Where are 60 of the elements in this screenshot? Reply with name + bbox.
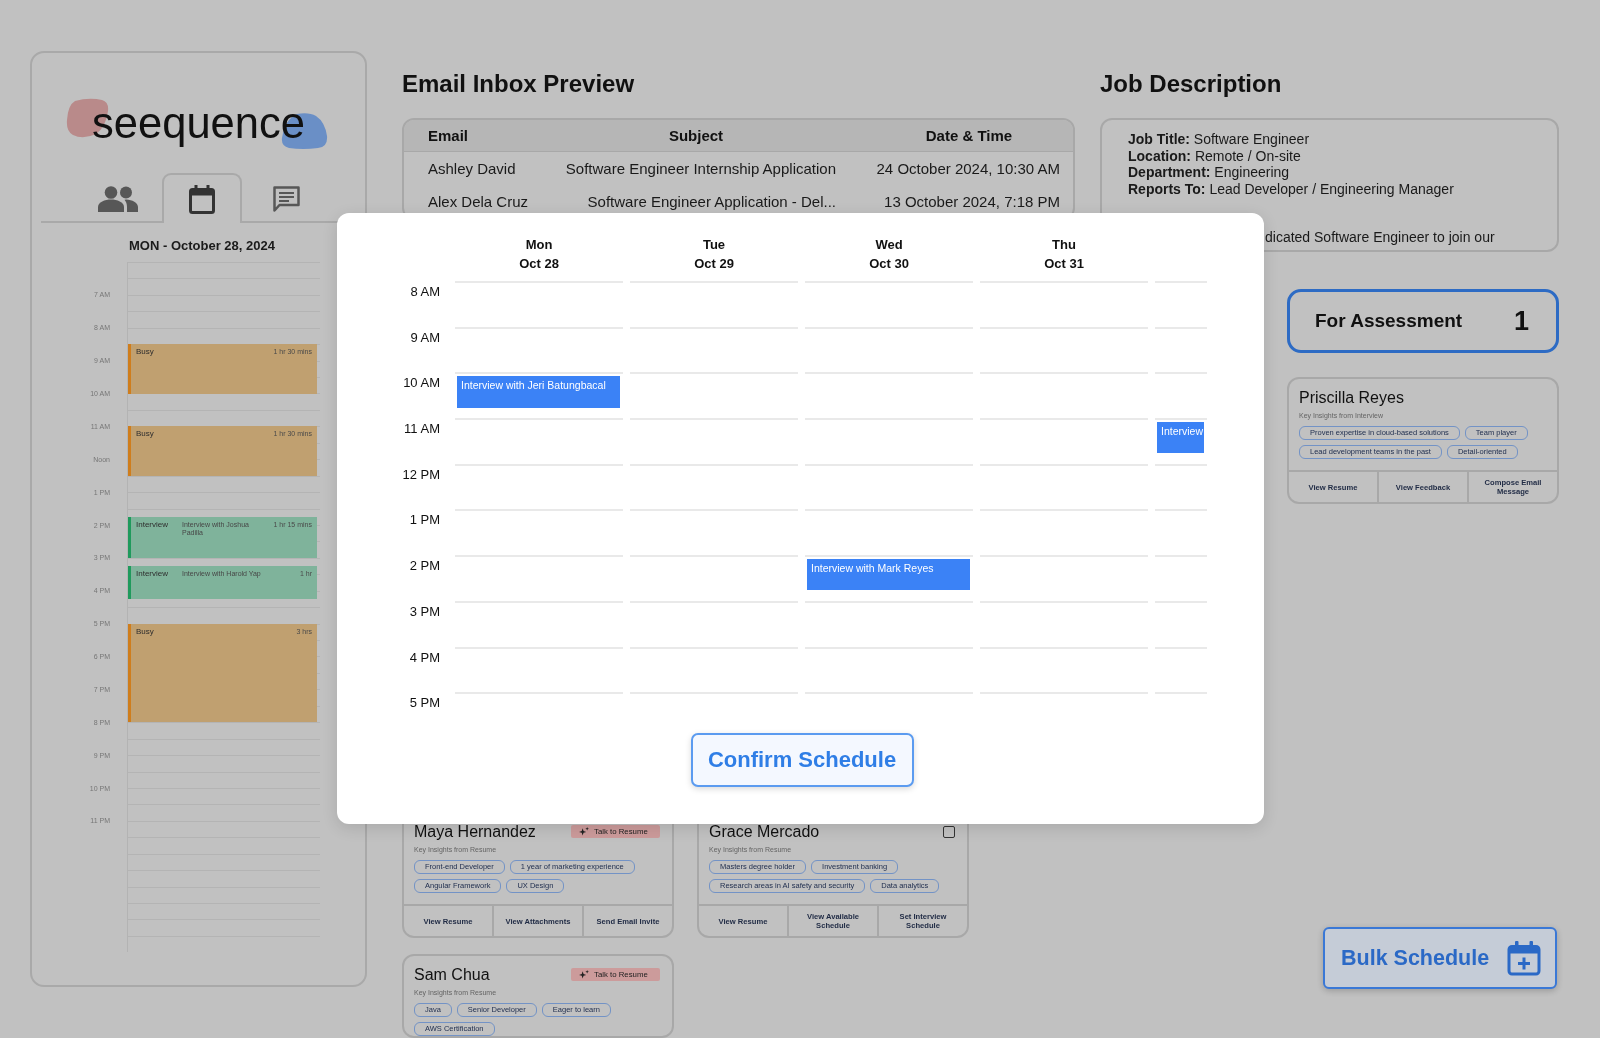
- time-label: 11 AM: [404, 421, 440, 438]
- time-label: 12 PM: [402, 466, 440, 483]
- chat-icon: [272, 186, 300, 212]
- time-label: 3 PM: [409, 603, 440, 620]
- job-detail-line: Location: Remote / On-site: [1128, 147, 1301, 164]
- table-cell: 24 October 2024, 10:30 AM: [876, 159, 1060, 178]
- candidate-name: Priscilla Reyes: [1299, 389, 1404, 406]
- time-label: 9 AM: [410, 329, 440, 346]
- job-summary-text: dicated Software Engineer to join our: [1265, 229, 1495, 246]
- candidate-name: Grace Mercado: [709, 823, 820, 840]
- section-title: Job Description: [1100, 69, 1282, 99]
- bulk-schedule-button[interactable]: Bulk Schedule: [1323, 927, 1557, 989]
- section-title: Email Inbox Preview: [402, 69, 635, 99]
- stage-count: 1: [1513, 306, 1529, 336]
- column-header: Email: [428, 126, 469, 145]
- sparkle-icon: [579, 970, 589, 979]
- day-name: Mon: [525, 236, 553, 254]
- logo-wordmark: seequence: [92, 101, 305, 145]
- table-cell: Alex Dela Cruz: [428, 192, 529, 211]
- event-title: Interview: [136, 519, 169, 530]
- candidate-name: Maya Hernandez: [414, 823, 536, 840]
- table-cell: Software Engineer Application - Del...: [587, 192, 836, 211]
- people-icon: [98, 186, 138, 212]
- table-cell: Software Engineer Internship Application: [565, 159, 836, 178]
- time-label: 4 PM: [409, 649, 440, 666]
- day-name: Tue: [702, 236, 726, 254]
- calendar-icon: [189, 184, 215, 214]
- day-date: Oct 28: [519, 255, 559, 273]
- time-label: 5 PM: [409, 695, 440, 712]
- date-heading: MON - October 28, 2024: [129, 238, 275, 254]
- job-detail-line: Job Title: Software Engineer: [1128, 131, 1310, 148]
- time-label: 8 AM: [410, 284, 440, 300]
- time-label: 2 PM: [409, 558, 440, 575]
- column-header: Subject: [668, 126, 724, 145]
- calendar-plus-icon: [1507, 940, 1541, 976]
- time-label: 1 PM: [409, 512, 440, 529]
- confirm-button[interactable]: Confirm Schedule: [690, 733, 914, 788]
- candidate-name: Sam Chua: [414, 966, 490, 983]
- sidebar-tab[interactable]: [162, 173, 242, 223]
- table-cell: 13 October 2024, 7:18 PM: [884, 192, 1060, 211]
- day-name: Thu: [1052, 236, 1076, 254]
- day-date: Oct 30: [869, 255, 909, 273]
- sparkle-icon: [579, 827, 589, 836]
- column-header: Date & Time: [925, 126, 1013, 145]
- day-date: Oct 29: [694, 255, 734, 273]
- day-date: Oct 31: [1044, 255, 1084, 273]
- time-label: 10 AM: [403, 375, 440, 392]
- job-detail-line: Reports To: Lead Developer / Engineering Manager: [1128, 180, 1454, 197]
- table-cell: Ashley David: [428, 159, 516, 178]
- event-title: Interview: [136, 569, 169, 580]
- event-title: Busy: [136, 429, 155, 440]
- event-title: Busy: [136, 347, 155, 358]
- stage-title: For Assessment: [1315, 310, 1463, 332]
- calendar-event[interactable]: Interview with Jeri Batungbacal: [457, 376, 620, 408]
- calendar-event[interactable]: Interview with Mark Reyes: [807, 559, 970, 591]
- event-title: Busy: [136, 626, 155, 637]
- checkbox[interactable]: [943, 825, 955, 838]
- calendar-event[interactable]: Interview: [1157, 422, 1204, 454]
- job-detail-line: Department: Engineering: [1128, 164, 1290, 181]
- day-name: Wed: [875, 236, 903, 254]
